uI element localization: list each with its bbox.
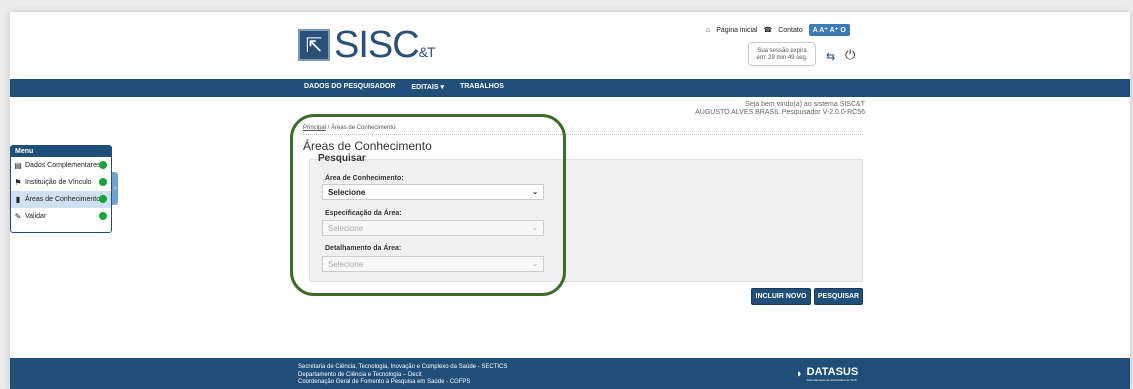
menu-item-label: Validar — [25, 213, 47, 220]
contrast-button[interactable]: O — [840, 27, 845, 34]
menu-item-label: Instituição de Vínculo — [25, 179, 92, 186]
menu-item-label: Dados Complementares — [25, 162, 101, 169]
status-complete-icon — [99, 178, 107, 186]
accessibility-controls: A A⁺ A⁺ O — [808, 24, 850, 36]
menu-item-validar[interactable]: ✎ Validar — [11, 208, 111, 225]
datasus-symbol-icon: ◗ — [796, 368, 803, 380]
menu-item-label: Áreas de Conhecimento — [25, 196, 101, 203]
welcome-line2: AUGUSTO ALVES BRASIL Pesquisador V-2.0.0… — [695, 109, 865, 117]
logo-text: SISC — [334, 24, 420, 66]
logout-power-icon[interactable]: ⏻ — [845, 47, 855, 63]
home-link[interactable]: Página inicial — [716, 27, 757, 34]
pesquisar-button[interactable]: PESQUISAR — [814, 288, 863, 305]
datasus-logo[interactable]: ◗ DATASUS Departamento de Informática do… — [796, 366, 858, 382]
footer: Secretaria de Ciência, Tecnologia, Inova… — [10, 358, 1130, 389]
highlight-annotation — [290, 114, 566, 296]
main-navbar: DADOS DO PESQUISADOR EDITAIS ▾ TRABALHOS — [10, 79, 1130, 97]
footer-line2: Departamento de Ciência e Tecnologia – D… — [298, 371, 422, 378]
session-line1: Sua sessão expira — [757, 48, 807, 54]
home-icon: ⌂ — [706, 26, 711, 34]
session-timer: Sua sessão expira em: 29 min 49 seg. — [748, 42, 816, 66]
footer-line1: Secretaria de Ciência, Tecnologia, Inova… — [298, 364, 508, 370]
logo-cursor-icon: ⇱ — [298, 29, 330, 61]
status-complete-icon — [99, 212, 107, 220]
phone-icon: ☎ — [763, 27, 773, 34]
institution-icon: ⚑ — [14, 177, 22, 187]
status-complete-icon — [99, 161, 107, 169]
welcome-line1: Seja bem vindo(a) ao sistema SISC&T — [745, 101, 865, 108]
book-icon: ▮ — [15, 194, 21, 204]
id-card-icon: ▤ — [14, 160, 22, 170]
top-links: ⌂ Página inicial ☎ Contato A A⁺ A⁺ O — [706, 24, 850, 36]
logo-suffix: &T — [418, 44, 436, 60]
validate-icon: ✎ — [14, 211, 22, 221]
menu-title: Menu — [11, 146, 111, 157]
status-complete-icon — [99, 195, 107, 203]
datasus-logo-subtitle: Departamento de Informática do SUS — [806, 378, 857, 382]
nav-trabalhos[interactable]: TRABALHOS — [460, 83, 504, 91]
font-increase-button[interactable]: A⁺ — [819, 27, 828, 34]
session-line2: em: 29 min 49 seg. — [756, 55, 808, 62]
nav-dados-pesquisador[interactable]: DADOS DO PESQUISADOR — [304, 83, 395, 91]
footer-line3: Coordenação Geral de Fomento à Pesquisa … — [298, 379, 471, 385]
renew-session-icon[interactable]: ⇆ — [826, 50, 835, 63]
menu-item-dados-complementares[interactable]: ▤ Dados Complementares — [11, 157, 111, 174]
app-frame: ⇱ SISC&T ⌂ Página inicial ☎ Contato A A⁺… — [10, 12, 1130, 389]
font-decrease-button[interactable]: A⁺ — [830, 27, 839, 34]
welcome-message: Seja bem vindo(a) ao sistema SISC&T AUGU… — [695, 101, 865, 118]
nav-editais[interactable]: EDITAIS ▾ — [411, 83, 444, 91]
datasus-logo-text: DATASUS — [806, 366, 859, 378]
contact-link[interactable]: Contato — [778, 27, 803, 34]
font-normal-button[interactable]: A — [813, 27, 818, 34]
sisct-logo[interactable]: ⇱ SISC&T — [298, 21, 450, 69]
footer-text: Secretaria de Ciência, Tecnologia, Inova… — [298, 364, 507, 387]
menu-collapse-toggle[interactable]: ‹ — [112, 172, 118, 205]
menu-item-instituicao-vinculo[interactable]: ⚑ Instituição de Vínculo — [11, 174, 111, 191]
incluir-novo-button[interactable]: INCLUIR NOVO — [751, 288, 811, 305]
side-menu: Menu ▤ Dados Complementares ⚑ Instituiçã… — [10, 145, 112, 233]
menu-item-areas-conhecimento[interactable]: ▮ Áreas de Conhecimento — [11, 191, 111, 208]
